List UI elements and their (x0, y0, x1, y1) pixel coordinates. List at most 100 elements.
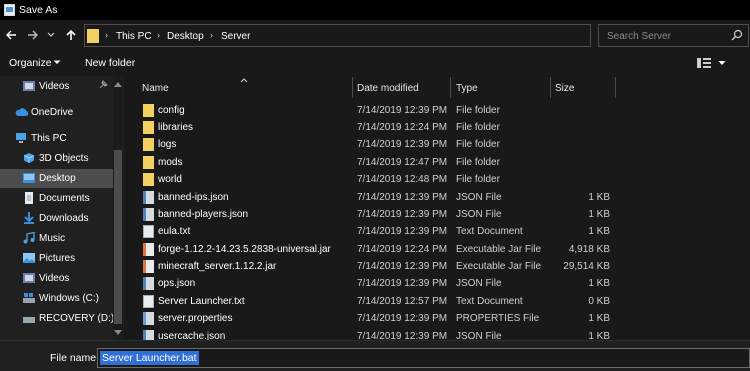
nav-item-pictures[interactable]: Pictures (0, 249, 122, 268)
file-type: PROPERTIES File (456, 313, 540, 324)
file-row[interactable]: libraries 7/14/2019 12:24 PM File folder (124, 119, 750, 136)
address-bar[interactable]: › This PC › Desktop › Server (84, 24, 668, 47)
file-name: logs (158, 139, 177, 150)
file-date: 7/14/2019 12:39 PM (357, 192, 448, 203)
scroll-down-arrow-icon[interactable] (114, 328, 122, 339)
file-type: File folder (456, 157, 500, 168)
view-options-icon[interactable] (697, 57, 711, 72)
column-header-name[interactable]: Name (142, 83, 169, 94)
file-type: File folder (456, 105, 500, 116)
recent-locations-chevron-icon[interactable] (42, 25, 60, 45)
search-input[interactable]: Search Server (598, 24, 749, 47)
file-name: world (158, 174, 182, 185)
file-size: 0 KB (588, 296, 610, 307)
new-folder-button[interactable]: New folder (85, 57, 135, 69)
column-header-size[interactable]: Size (555, 83, 574, 94)
file-row[interactable]: banned-players.json 7/14/2019 12:39 PM JSO… (124, 206, 750, 223)
jar-file-icon (143, 260, 154, 273)
file-type: File folder (456, 122, 500, 133)
column-header-type[interactable]: Type (456, 83, 478, 94)
column-divider[interactable] (450, 77, 451, 98)
folder-icon (143, 156, 154, 169)
json-file-icon (143, 208, 154, 221)
nav-item-3d-objects[interactable]: 3D Objects (0, 149, 122, 168)
cube-icon (23, 152, 35, 164)
file-name: server.properties (158, 313, 233, 324)
file-row[interactable]: usercache.json 7/14/2019 12:39 PM JSON Fil… (124, 328, 750, 340)
column-divider[interactable] (550, 77, 551, 98)
nav-item-onedrive[interactable]: OneDrive (0, 103, 122, 122)
file-name-input[interactable]: Server Launcher.bat (97, 348, 750, 368)
file-size: 1 KB (588, 313, 610, 324)
file-name-value[interactable]: Server Launcher.bat (100, 351, 199, 365)
cloud-icon (15, 106, 29, 118)
chevron-down-icon[interactable] (53, 58, 61, 69)
file-type: Text Document (456, 296, 523, 307)
nav-item-videos[interactable]: Videos (0, 269, 122, 288)
file-name: banned-players.json (158, 209, 249, 220)
command-toolbar: Organize New folder (0, 52, 750, 74)
file-row[interactable]: forge-1.12.2-14.23.5.2838-universal.jar 7… (124, 241, 750, 258)
file-date: 7/14/2019 12:39 PM (357, 331, 448, 340)
save-as-dialog: Save As › This PC › Desktop › Server Sea… (0, 0, 750, 371)
forward-arrow-icon[interactable] (24, 25, 42, 45)
file-type: File folder (456, 174, 500, 185)
nav-item-desktop[interactable]: Desktop (0, 169, 122, 188)
file-name-bar: File name: Server Launcher.bat (0, 340, 750, 371)
column-header-date-modified[interactable]: Date modified (357, 83, 419, 94)
music-icon (23, 231, 35, 244)
file-row[interactable]: server.properties 7/14/2019 12:39 PM PROPE… (124, 310, 750, 327)
search-placeholder: Search Server (607, 31, 671, 42)
file-row[interactable]: config 7/14/2019 12:39 PM File folder (124, 102, 750, 119)
nav-item-recovery-d[interactable]: RECOVERY (D:) (0, 309, 122, 328)
file-row[interactable]: minecraft_server.1.12.2.jar 7/14/2019 12:… (124, 258, 750, 275)
nav-pane-scrollbar-thumb[interactable] (114, 150, 122, 324)
file-name: banned-ips.json (158, 192, 229, 203)
file-size: 1 KB (588, 226, 610, 237)
video-folder-icon (23, 80, 35, 92)
file-row[interactable]: ops.json 7/14/2019 12:39 PM JSON File 1 KB (124, 275, 750, 292)
file-row[interactable]: banned-ips.json 7/14/2019 12:39 PM JSON Fi… (124, 189, 750, 206)
chevron-right-icon[interactable]: › (157, 30, 160, 40)
nav-item-label: Downloads (39, 213, 89, 224)
file-row[interactable]: mods 7/14/2019 12:47 PM File folder (124, 154, 750, 171)
file-date: 7/14/2019 12:47 PM (357, 157, 448, 168)
file-date: 7/14/2019 12:39 PM (357, 105, 448, 116)
nav-item-this-pc[interactable]: This PC (0, 129, 122, 148)
column-divider[interactable] (352, 77, 353, 98)
file-name: mods (158, 157, 183, 168)
chevron-right-icon[interactable]: › (210, 30, 213, 40)
file-name: usercache.json (158, 331, 226, 340)
chevron-down-icon[interactable] (718, 59, 726, 70)
scroll-up-arrow-icon[interactable] (114, 79, 122, 90)
back-arrow-icon[interactable] (2, 25, 20, 45)
save-dialog-icon (4, 4, 15, 16)
nav-item-music[interactable]: Music (0, 229, 122, 248)
chevron-right-icon[interactable]: › (105, 30, 108, 40)
nav-item-windows-c[interactable]: Windows (C:) (0, 289, 122, 308)
file-row[interactable]: Server Launcher.txt 7/14/2019 12:57 PM Tex… (124, 293, 750, 310)
nav-item-videos-quick-access[interactable]: Videos (0, 77, 122, 96)
file-size: 1 KB (588, 278, 610, 289)
breadcrumb-this-pc[interactable]: This PC (116, 31, 152, 42)
file-row[interactable]: logs 7/14/2019 12:39 PM File folder (124, 136, 750, 153)
nav-item-documents[interactable]: Documents (0, 189, 122, 208)
file-size: 1 KB (588, 209, 610, 220)
search-icon[interactable] (731, 29, 743, 44)
column-divider[interactable] (615, 77, 616, 98)
pin-icon[interactable] (98, 80, 108, 93)
file-row[interactable]: world 7/14/2019 12:48 PM File folder (124, 171, 750, 188)
organize-button[interactable]: Organize (9, 57, 52, 69)
nav-item-label: Desktop (39, 173, 76, 184)
file-date: 7/14/2019 12:39 PM (357, 261, 448, 272)
breadcrumb-desktop[interactable]: Desktop (167, 31, 204, 42)
nav-item-label: RECOVERY (D:) (39, 313, 115, 324)
up-arrow-icon[interactable] (62, 25, 80, 45)
window-title: Save As (19, 4, 58, 16)
nav-item-downloads[interactable]: Downloads (0, 209, 122, 228)
nav-item-label: OneDrive (31, 107, 74, 118)
file-size: 1 KB (588, 192, 610, 203)
file-date: 7/14/2019 12:24 PM (357, 244, 448, 255)
breadcrumb-server[interactable]: Server (221, 31, 250, 42)
file-row[interactable]: eula.txt 7/14/2019 12:39 PM Text Document 1… (124, 223, 750, 240)
